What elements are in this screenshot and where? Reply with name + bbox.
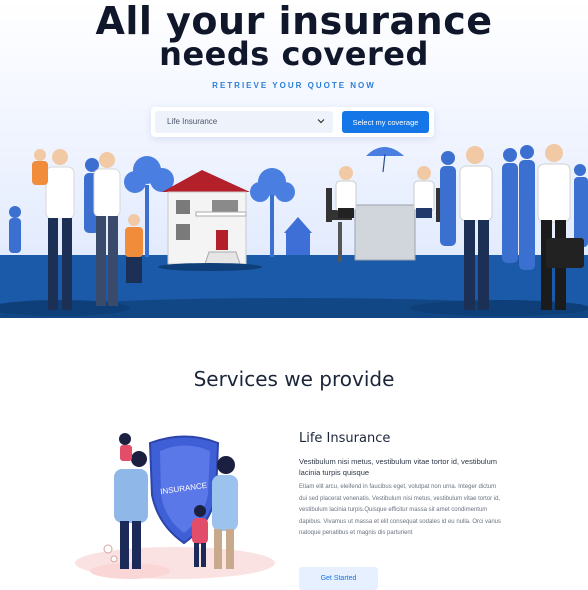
family-insurance-illustration: INSURANCE	[75, 433, 275, 579]
service-card-body: Etiam elit arcu, eleifend in faucibus eg…	[299, 484, 501, 537]
service-card-title: Life Insurance	[299, 431, 391, 446]
chevron-down-icon	[317, 119, 325, 124]
insurance-type-select[interactable]: Life Insurance	[155, 111, 333, 133]
quote-form: Life Insurance Select my coverage	[151, 107, 434, 137]
hero-kicker: RETRIEVE YOUR QUOTE NOW	[212, 81, 376, 90]
insurance-type-value: Life Insurance	[167, 117, 218, 126]
hero-section: All your insurance needs covered RETRIEV…	[0, 0, 588, 318]
hero-illustration	[0, 144, 588, 318]
service-card-subtitle: Vestibulum nisi metus, vestibulum vitae …	[299, 457, 497, 477]
hero-title-line2: needs covered	[159, 35, 429, 73]
select-coverage-button[interactable]: Select my coverage	[342, 111, 429, 133]
get-started-button[interactable]: Get Started	[299, 567, 378, 590]
services-heading: Services we provide	[193, 367, 395, 391]
